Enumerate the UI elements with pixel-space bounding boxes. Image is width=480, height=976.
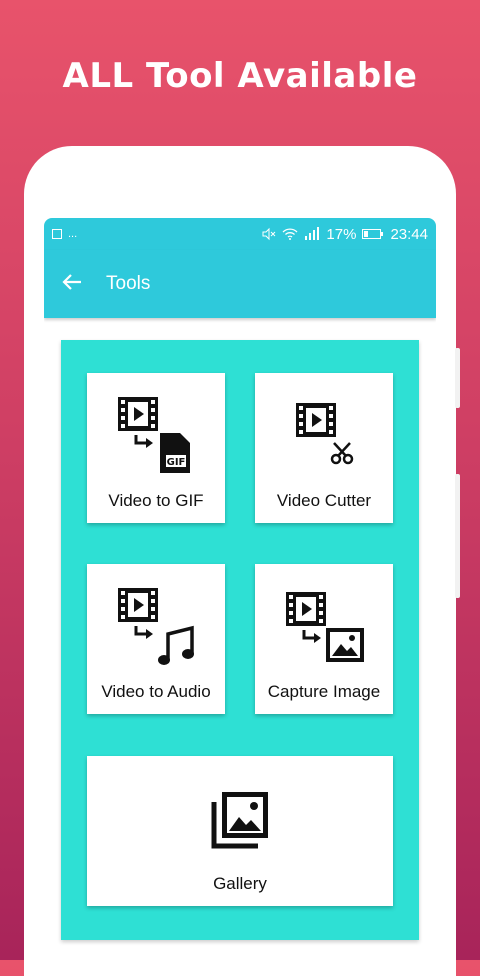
promo-headline: ALL Tool Available bbox=[62, 56, 418, 96]
tools-panel: GIF Video to GIF Video Cutter Video to A… bbox=[61, 340, 419, 940]
capture-image-icon bbox=[286, 592, 364, 662]
video-cutter-icon bbox=[296, 403, 354, 465]
tool-label: Gallery bbox=[213, 874, 267, 893]
status-overflow: ... bbox=[68, 228, 78, 240]
tool-label: Video Cutter bbox=[276, 491, 372, 510]
image-notification-icon bbox=[52, 229, 62, 239]
tool-video-cutter[interactable]: Video Cutter bbox=[255, 373, 393, 523]
battery-icon bbox=[362, 229, 384, 239]
phone-side-button bbox=[455, 348, 460, 408]
tool-capture-image[interactable]: Capture Image bbox=[255, 564, 393, 714]
wifi-icon bbox=[282, 228, 298, 240]
mute-icon bbox=[262, 227, 276, 241]
battery-percent: 17% bbox=[326, 225, 357, 243]
status-time: 23:44 bbox=[390, 225, 428, 243]
app-bar: Tools bbox=[44, 250, 436, 318]
phone-side-button-long bbox=[455, 474, 460, 598]
tool-label: Capture Image bbox=[267, 682, 381, 701]
gallery-icon bbox=[211, 792, 268, 849]
page-title: Tools bbox=[106, 273, 151, 294]
video-to-gif-icon: GIF bbox=[118, 397, 190, 473]
svg-text:GIF: GIF bbox=[167, 457, 186, 468]
tool-video-to-audio[interactable]: Video to Audio bbox=[87, 564, 225, 714]
tool-label: Video to GIF bbox=[108, 491, 204, 510]
arrow-left-icon[interactable] bbox=[62, 271, 86, 297]
video-to-audio-icon bbox=[118, 588, 194, 665]
tool-gallery[interactable]: Gallery bbox=[87, 756, 393, 906]
status-bar: ... 17% 23:44 bbox=[44, 218, 436, 250]
app-screen: ... 17% 23:44 Tools GIF Video to GIF Vid… bbox=[44, 218, 436, 960]
tool-label: Video to Audio bbox=[101, 682, 211, 701]
tool-video-to-gif[interactable]: GIF Video to GIF bbox=[87, 373, 225, 523]
signal-icon bbox=[305, 227, 320, 240]
